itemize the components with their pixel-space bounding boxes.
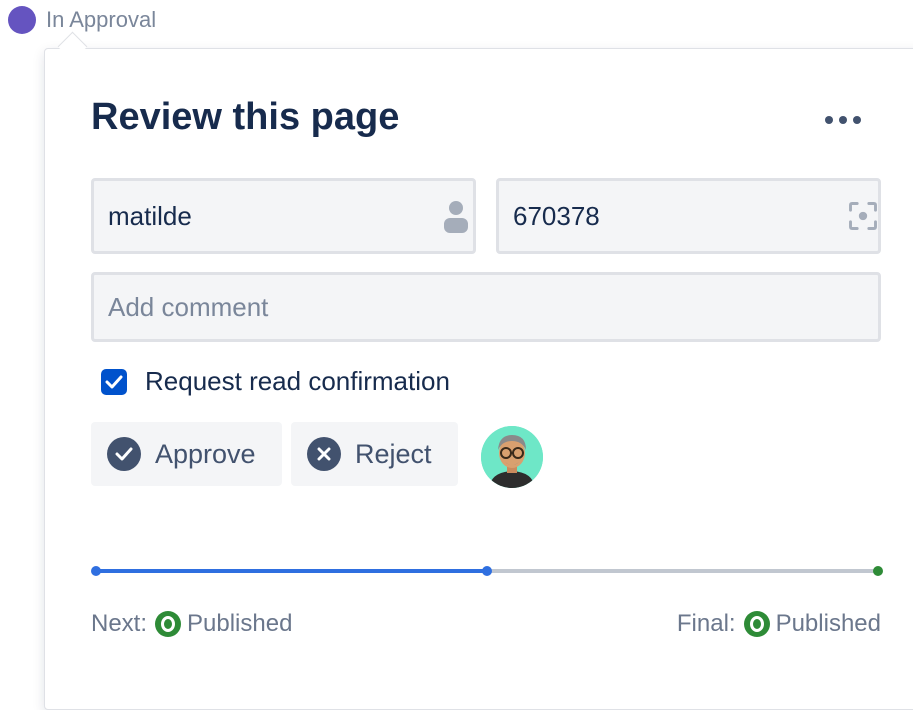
read-confirmation-option[interactable]: Request read confirmation [101,366,450,397]
scan-focus-icon[interactable] [848,198,878,234]
progress-start-dot [91,566,101,576]
reject-button[interactable]: Reject [291,422,458,486]
approve-button[interactable]: Approve [91,422,282,486]
status-label: In Approval [46,7,157,32]
reject-label: Reject [355,438,432,469]
code-input[interactable] [513,200,848,232]
person-icon [443,198,469,234]
workflow-progress-fill [96,569,487,573]
cross-circle-icon [307,437,341,471]
progress-current-dot [482,566,492,576]
checkmark-icon [105,375,123,388]
approve-label: Approve [155,438,256,469]
comment-input[interactable] [108,291,864,323]
next-state-value: Published [187,610,293,637]
final-state: Final: Published [677,610,881,638]
next-label: Next: [91,610,148,637]
comment-field[interactable] [91,272,881,342]
code-field[interactable] [496,178,881,254]
next-state: Next: Published [91,610,292,638]
workflow-status[interactable]: In Approval [8,6,156,34]
published-state-icon [743,611,770,637]
final-state-value: Published [775,610,881,637]
reviewer-input[interactable] [108,200,443,232]
more-horizontal-icon [825,116,833,124]
panel-title: Review this page [91,96,400,138]
status-dot-icon [8,6,36,34]
check-circle-icon [107,437,141,471]
more-options-button[interactable] [825,112,869,128]
read-confirmation-label: Request read confirmation [145,366,450,396]
progress-end-dot [873,566,883,576]
read-confirmation-checkbox[interactable] [101,368,127,395]
reviewer-field[interactable] [91,178,476,254]
final-label: Final: [676,610,736,637]
reviewer-avatar[interactable] [481,426,543,488]
published-state-icon [155,611,182,637]
